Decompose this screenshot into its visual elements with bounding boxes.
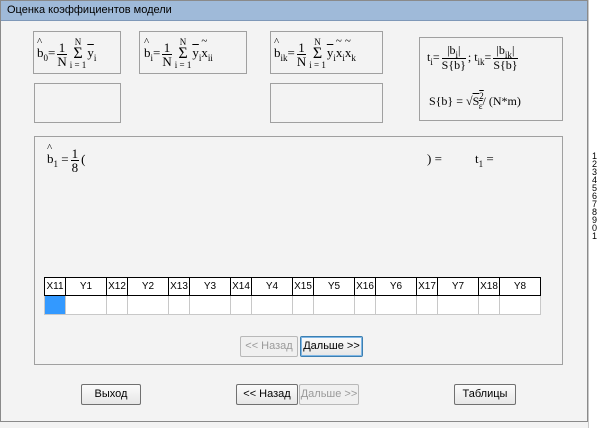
cell-y1[interactable]: [65, 295, 107, 315]
header-y4: Y4: [251, 277, 293, 296]
cell-x16[interactable]: [354, 295, 376, 315]
header-x12: X12: [106, 277, 128, 296]
formula-b0: b0=1NNΣi = 1yi: [37, 36, 96, 70]
main-formula-result: ) =: [427, 151, 442, 166]
window-title: Оценка коэффициентов модели: [7, 4, 172, 16]
main-panel: b1 =18( ) = t1 = << Назад Дальше >>: [34, 136, 563, 365]
formula-bi-box: bi=1NNΣi = 1yixii: [139, 31, 247, 74]
cell-y7[interactable]: [437, 295, 479, 315]
table-row: [44, 295, 541, 315]
strip-char: 1: [592, 231, 598, 241]
formula-b0-box: b0=1NNΣi = 1yi: [33, 31, 121, 74]
window: Оценка коэффициентов модели b0=1NNΣi = 1…: [0, 0, 588, 422]
header-x17: X17: [416, 277, 438, 296]
bik-value-box: [270, 83, 383, 123]
header-y6: Y6: [375, 277, 417, 296]
cell-y2[interactable]: [127, 295, 169, 315]
t-value-label: t1 =: [475, 151, 494, 169]
header-y1: Y1: [65, 277, 107, 296]
header-y2: Y2: [127, 277, 169, 296]
cell-x17[interactable]: [416, 295, 438, 315]
header-y7: Y7: [437, 277, 479, 296]
header-x14: X14: [230, 277, 252, 296]
header-x16: X16: [354, 277, 376, 296]
header-x18: X18: [478, 277, 500, 296]
cell-x12[interactable]: [106, 295, 128, 315]
title-bar: Оценка коэффициентов модели: [1, 1, 587, 21]
inner-back-button[interactable]: << Назад: [240, 336, 298, 357]
cell-y3[interactable]: [189, 295, 231, 315]
exit-button[interactable]: Выход: [81, 384, 141, 405]
formula-bik: bik=1NNΣi = 1yixixk: [274, 35, 356, 70]
cell-y4[interactable]: [251, 295, 293, 315]
header-y3: Y3: [189, 277, 231, 296]
formula-bik-box: bik=1NNΣi = 1yixixk: [270, 31, 383, 74]
b0-value-box: [34, 83, 121, 123]
cell-y5[interactable]: [313, 295, 355, 315]
header-y5: Y5: [313, 277, 355, 296]
cell-y6[interactable]: [375, 295, 417, 315]
formula-t-box: ti= |bi| S{b}; tik= |bik| S{b} S{b} = √S2ε/ …: [419, 37, 563, 121]
main-formula: b1 =18(: [47, 142, 85, 174]
formula-sb: S{b} = √S2ε/ (N*m): [429, 91, 521, 111]
background-window-strip: 1 2 3 4 5 6 7 8 9 0 1: [588, 0, 603, 428]
next-button[interactable]: Дальше >>: [299, 384, 359, 405]
formula-bi: bi=1NNΣi = 1yixii: [144, 35, 213, 70]
cell-x18[interactable]: [478, 295, 500, 315]
formula-t: ti= |bi| S{b}; tik= |bik| S{b}: [427, 43, 518, 72]
inner-next-button[interactable]: Дальше >>: [300, 336, 363, 357]
cell-y8[interactable]: [499, 295, 541, 315]
header-y8: Y8: [499, 277, 541, 296]
table-header-row: X11 Y1 X12 Y2 X13 Y3 X14 Y4 X15 Y5 X16 Y…: [44, 277, 541, 296]
back-button[interactable]: << Назад: [236, 384, 298, 405]
header-x13: X13: [168, 277, 190, 296]
cell-x11[interactable]: [44, 295, 66, 315]
header-x11: X11: [44, 277, 66, 296]
data-table: X11 Y1 X12 Y2 X13 Y3 X14 Y4 X15 Y5 X16 Y…: [44, 277, 541, 315]
cell-x13[interactable]: [168, 295, 190, 315]
tables-button[interactable]: Таблицы: [454, 384, 516, 405]
cell-x14[interactable]: [230, 295, 252, 315]
header-x15: X15: [292, 277, 314, 296]
cell-x15[interactable]: [292, 295, 314, 315]
